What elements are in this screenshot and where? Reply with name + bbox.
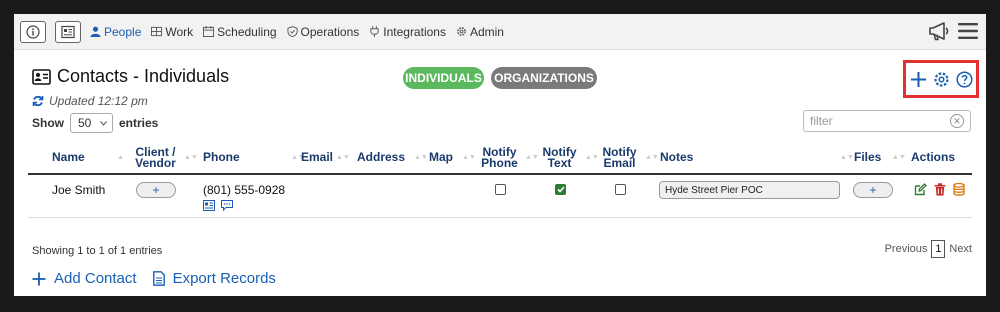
filter-input[interactable]: filter ✕ [803, 110, 971, 132]
clear-filter-icon[interactable]: ✕ [950, 114, 964, 128]
top-nav: People Work Scheduling Operations Integr… [14, 14, 986, 50]
entries-control: Show 50 entries [32, 113, 158, 133]
hamburger-menu-icon[interactable] [958, 22, 978, 40]
entries-value: 50 [78, 116, 92, 130]
trash-icon[interactable] [934, 183, 946, 196]
pagination: Previous 1 Next [885, 240, 972, 258]
sort-icon[interactable]: ▲▼ [840, 154, 854, 161]
edit-icon[interactable] [914, 183, 927, 196]
nav-item-label: Scheduling [217, 24, 277, 39]
shield-icon [287, 26, 298, 37]
column-header-notify-phone[interactable]: Notify Phone [477, 140, 522, 175]
nav-item-label: Integrations [383, 24, 446, 39]
nav-item-label: People [104, 24, 142, 39]
add-contact-label: Add Contact [54, 270, 137, 287]
filter-placeholder: filter [810, 114, 833, 128]
directory-button[interactable] [55, 20, 81, 43]
nav-item-label: Operations [300, 24, 360, 39]
bottom-actions: Add Contact Export Records [32, 270, 292, 287]
notes-input[interactable]: Hyde Street Pier POC [659, 181, 840, 199]
column-header-notify-email[interactable]: Notify Email [597, 140, 642, 175]
chevron-down-icon [100, 120, 107, 126]
contact-card-icon[interactable] [203, 200, 215, 211]
column-header-map[interactable]: Map [429, 140, 453, 175]
nav-item-admin[interactable]: Admin [456, 25, 504, 39]
tab-organizations[interactable]: ORGANIZATIONS [491, 67, 597, 89]
app-window: People Work Scheduling Operations Integr… [14, 14, 986, 296]
client-vendor-add-button[interactable]: + [136, 182, 176, 198]
nav-item-integrations[interactable]: Integrations [369, 25, 446, 39]
page-title-text: Contacts - Individuals [57, 66, 230, 86]
table-info: Showing 1 to 1 of 1 entries [32, 245, 163, 257]
updated-text: Updated 12:12 pm [49, 94, 148, 108]
sort-icon[interactable]: ▲▼ [892, 154, 906, 161]
refresh-icon[interactable] [32, 95, 44, 107]
column-header-client-vendor[interactable]: Client / Vendor [133, 140, 178, 175]
check-icon [556, 186, 565, 193]
plus-icon [32, 272, 46, 285]
entries-label: entries [119, 116, 159, 130]
sort-icon[interactable]: ▲▼ [184, 154, 198, 161]
column-header-actions: Actions [911, 150, 956, 164]
sort-ascending-icon[interactable]: ▲ [117, 154, 124, 161]
gear-icon [457, 27, 466, 36]
page-title: Contacts - Individuals [32, 66, 229, 87]
nav-item-operations[interactable]: Operations [287, 24, 360, 39]
updated-status: Updated 12:12 pm [32, 94, 148, 108]
database-icon[interactable] [953, 183, 965, 196]
notify-phone-checkbox[interactable] [495, 184, 506, 195]
column-header-notes[interactable]: Notes [660, 140, 693, 175]
tab-individuals[interactable]: INDIVIDUALS [403, 67, 484, 89]
work-icon [151, 26, 163, 37]
notify-text-checkbox[interactable] [555, 184, 566, 195]
column-header-files[interactable]: Files [854, 140, 881, 175]
sort-icon[interactable]: ▲▼ [462, 154, 476, 161]
calendar-icon [203, 26, 215, 37]
nav-item-people[interactable]: People [90, 25, 141, 39]
entries-select[interactable]: 50 [70, 113, 113, 133]
header-actions [903, 60, 979, 98]
cell-name[interactable]: Joe Smith [52, 183, 105, 197]
nav-item-label: Work [165, 24, 194, 39]
settings-icon[interactable] [933, 71, 950, 88]
directory-icon [61, 25, 75, 38]
table-header: Name ▲ Client / Vendor ▲▼ Phone ▲▼ Email… [28, 140, 972, 175]
column-header-phone[interactable]: Phone [203, 140, 240, 175]
export-records-button[interactable]: Export Records [152, 270, 276, 287]
notify-email-checkbox[interactable] [615, 184, 626, 195]
sort-icon[interactable]: ▲▼ [645, 154, 659, 161]
chat-icon[interactable] [221, 200, 233, 211]
column-header-email[interactable]: Email [301, 140, 333, 175]
export-records-label: Export Records [172, 270, 276, 287]
megaphone-icon[interactable] [928, 20, 950, 42]
notes-value: Hyde Street Pier POC [665, 184, 763, 196]
add-contact-button[interactable]: Add Contact [32, 270, 137, 287]
sort-icon[interactable]: ▲▼ [336, 154, 350, 161]
info-button[interactable] [20, 20, 46, 43]
previous-page-button[interactable]: Previous [885, 243, 928, 255]
table-row: Joe Smith + (801) 555-0928 Hyde Street P… [28, 176, 972, 218]
add-icon[interactable] [910, 71, 927, 88]
column-header-notify-text[interactable]: Notify Text [537, 140, 582, 175]
info-icon [26, 24, 40, 39]
sort-icon[interactable]: ▲▼ [414, 154, 428, 161]
help-icon[interactable] [955, 70, 973, 88]
contact-card-icon [32, 68, 51, 85]
person-icon [90, 26, 101, 37]
nav-item-scheduling[interactable]: Scheduling [203, 24, 277, 39]
cell-phone[interactable]: (801) 555-0928 [203, 183, 285, 197]
nav-right-tools [928, 20, 978, 42]
show-label: Show [32, 116, 64, 130]
next-page-button[interactable]: Next [949, 243, 972, 255]
files-add-button[interactable]: + [853, 182, 893, 198]
nav-item-work[interactable]: Work [151, 25, 193, 39]
document-icon [152, 271, 165, 286]
plug-icon [370, 26, 379, 37]
column-header-name[interactable]: Name [52, 140, 85, 175]
column-header-address[interactable]: Address [357, 140, 405, 175]
nav-item-label: Admin [469, 24, 504, 39]
page-1-button[interactable]: 1 [931, 240, 946, 258]
